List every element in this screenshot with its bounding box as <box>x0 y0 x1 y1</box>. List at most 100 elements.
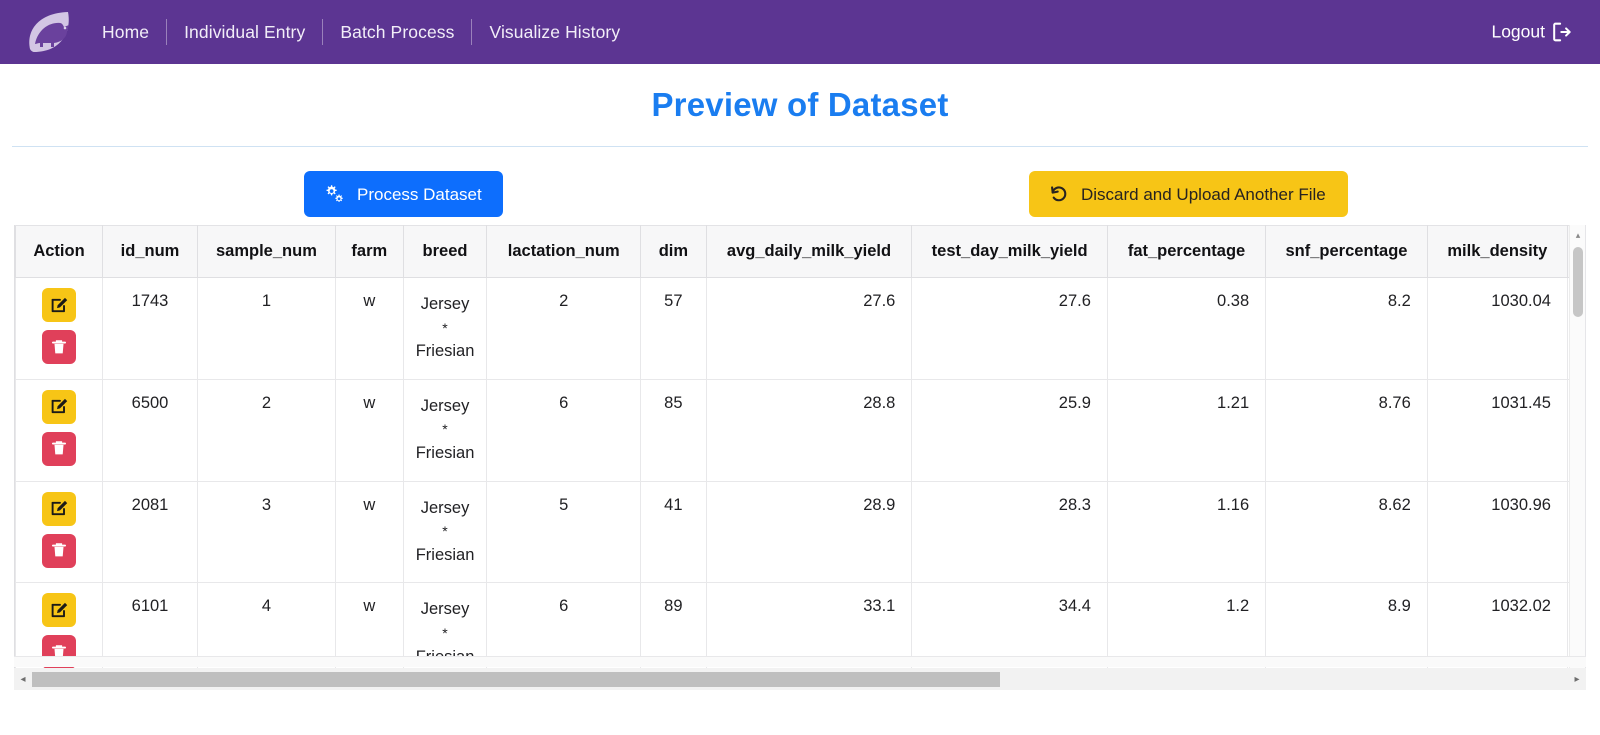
cell-fat-percentage: 0.38 <box>1106 277 1267 380</box>
scroll-right-arrow-icon[interactable]: ▸ <box>1568 668 1586 690</box>
breed-separator: * <box>442 319 448 336</box>
column-header-id-num[interactable]: id_num <box>102 225 198 278</box>
scroll-left-arrow-icon[interactable]: ◂ <box>14 668 32 690</box>
page-title: Preview of Dataset <box>651 86 949 123</box>
column-header-snf-percentage[interactable]: snf_percentage <box>1265 225 1428 278</box>
cell-fat-percentage: 1.16 <box>1106 480 1267 584</box>
cell-milk-density: 1030.96 <box>1426 480 1568 584</box>
process-dataset-button[interactable]: Process Dataset <box>304 171 503 217</box>
cell-breed: Jersey * Friesian <box>402 378 488 482</box>
discard-upload-button[interactable]: Discard and Upload Another File <box>1029 171 1348 217</box>
column-header-avg-daily-milk-yield[interactable]: avg_daily_milk_yield <box>705 225 913 278</box>
cell-breed: Jersey * Friesian <box>402 277 488 380</box>
cell-avg-daily-milk-yield: 27.6 <box>705 277 913 380</box>
discard-upload-label: Discard and Upload Another File <box>1081 184 1326 204</box>
breed-line-1: Jersey <box>420 498 470 517</box>
column-header-dim[interactable]: dim <box>640 225 707 278</box>
cell-test-day-milk-yield: 28.3 <box>911 480 1108 584</box>
row-action-cell <box>15 378 104 482</box>
cell-sample-num: 3 <box>196 480 336 584</box>
table-row: 6500 2 w Jersey * Friesian 6 85 28.8 25.9 1.21 8.76… <box>15 378 1569 482</box>
cell-breed: Jersey * Friesian <box>402 480 488 584</box>
nav-link-home[interactable]: Home <box>92 22 166 43</box>
column-header-fat-percentage[interactable]: fat_percentage <box>1106 225 1267 278</box>
dataset-table-viewport: Action id_num sample_num farm breed lact… <box>15 225 1569 683</box>
dataset-table-container: Action id_num sample_num farm breed lact… <box>14 225 1586 683</box>
delete-row-button[interactable] <box>42 431 77 466</box>
column-header-breed[interactable]: breed <box>402 225 488 278</box>
cell-fat-percentage: 1.21 <box>1106 378 1267 482</box>
cell-milk-density: 1030.04 <box>1426 277 1568 380</box>
cell-dim: 85 <box>640 378 707 482</box>
cell-avg-daily-milk-yield: 28.8 <box>705 378 913 482</box>
breed-line-2: Friesian <box>415 545 475 564</box>
cell-sample-num: 1 <box>196 277 336 380</box>
column-header-test-day-milk-yield[interactable]: test_day_milk_yield <box>911 225 1108 278</box>
vertical-scroll-thumb[interactable] <box>1573 247 1583 317</box>
top-navbar: Home Individual Entry Batch Process Visu… <box>0 0 1600 64</box>
column-header-farm[interactable]: farm <box>334 225 404 278</box>
horizontal-scroll-thumb[interactable] <box>32 672 1000 687</box>
cell-farm: w <box>334 277 404 380</box>
dataset-table: Action id_num sample_num farm breed lact… <box>15 225 1569 683</box>
process-dataset-label: Process Dataset <box>357 184 482 204</box>
breed-separator: * <box>442 523 448 540</box>
table-row: 1743 1 w Jersey * Friesian 2 57 27.6 27.6 0.38 8.2 1… <box>15 277 1569 380</box>
cell-lactation-num: 5 <box>486 480 642 584</box>
cell-lactation-num: 6 <box>486 378 642 482</box>
breed-separator: * <box>442 625 448 641</box>
edit-row-button[interactable] <box>42 288 77 322</box>
cell-snf-percentage: 8.2 <box>1265 277 1428 380</box>
cell-id-num: 1743 <box>102 277 198 380</box>
cell-id-num: 2081 <box>102 480 198 584</box>
table-header-row: Action id_num sample_num farm breed lact… <box>15 225 1569 278</box>
sign-out-icon <box>1553 22 1571 42</box>
row-action-cell <box>15 277 104 380</box>
cell-sample-num: 2 <box>196 378 336 482</box>
breed-separator: * <box>442 421 448 438</box>
cow-leaf-logo-icon <box>29 12 69 52</box>
undo-arrow-icon <box>1051 186 1067 202</box>
breed-line-1: Jersey <box>420 295 470 313</box>
cell-dim: 41 <box>640 480 707 584</box>
column-header-milk-density[interactable]: milk_density <box>1426 225 1568 278</box>
action-toolbar: Process Dataset Discard and Upload Anoth… <box>0 147 1600 225</box>
cell-avg-daily-milk-yield: 28.9 <box>705 480 913 584</box>
cell-snf-percentage: 8.62 <box>1265 480 1428 584</box>
breed-line-2: Friesian <box>415 444 475 463</box>
cell-farm: w <box>334 480 404 584</box>
cell-snf-percentage: 8.76 <box>1265 378 1428 482</box>
breed-line-1: Jersey <box>420 396 470 415</box>
horizontal-scrollbar[interactable]: ◂ ▸ <box>14 668 1586 690</box>
breed-line-1: Jersey <box>420 600 470 619</box>
cell-milk-density: 1031.45 <box>1426 378 1568 482</box>
nav-link-batch-process[interactable]: Batch Process <box>323 22 471 43</box>
logout-label: Logout <box>1491 21 1545 42</box>
nav-link-individual-entry[interactable]: Individual Entry <box>167 22 322 43</box>
column-header-action[interactable]: Action <box>15 225 104 278</box>
cell-test-day-milk-yield: 27.6 <box>911 277 1108 380</box>
breed-line-2: Friesian <box>415 342 475 361</box>
column-header-sample-num[interactable]: sample_num <box>196 225 336 278</box>
cell-lactation-num: 2 <box>486 277 642 380</box>
delete-row-button[interactable] <box>42 533 77 568</box>
cell-test-day-milk-yield: 25.9 <box>911 378 1108 482</box>
table-row: 2081 3 w Jersey * Friesian 5 41 28.9 28.3 1.16 8.62… <box>15 480 1569 584</box>
logout-button[interactable]: Logout <box>1491 22 1572 43</box>
horizontal-scroll-track[interactable] <box>32 668 1568 690</box>
row-action-cell <box>15 480 104 584</box>
edit-row-button[interactable] <box>42 389 77 424</box>
nav-link-visualize-history[interactable]: Visualize History <box>472 22 637 43</box>
table-body: 1743 1 w Jersey * Friesian 2 57 27.6 27.6 0.38 8.2 1… <box>15 277 1569 683</box>
edit-row-button[interactable] <box>42 491 77 526</box>
delete-row-button[interactable] <box>42 330 77 364</box>
column-header-lactation-num[interactable]: lactation_num <box>486 225 642 278</box>
vertical-scrollbar[interactable]: ▴ ▾ <box>1569 225 1585 683</box>
edit-row-button[interactable] <box>42 593 77 628</box>
cell-farm: w <box>334 378 404 482</box>
scroll-up-arrow-icon[interactable]: ▴ <box>1570 227 1586 243</box>
table-bottom-strip <box>14 656 1586 667</box>
brand-logo[interactable] <box>22 7 78 57</box>
cell-dim: 57 <box>640 277 707 380</box>
cell-id-num: 6500 <box>102 378 198 482</box>
